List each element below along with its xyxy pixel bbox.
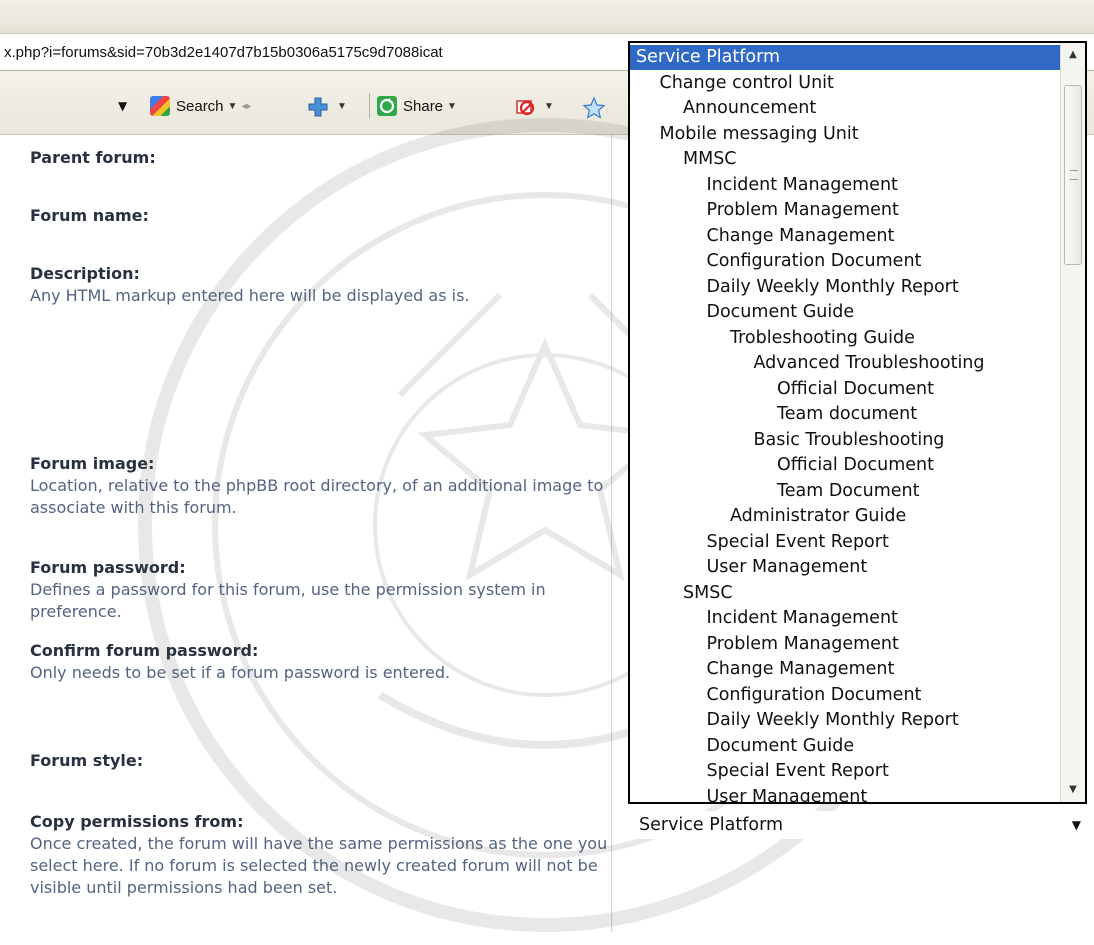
field-label: Confirm forum password: [30, 641, 259, 660]
listbox-option[interactable]: Team Document [630, 479, 1060, 504]
toolbar-dropdown-arrow-icon[interactable]: ▼ [118, 99, 132, 113]
scrollbar-grip [1070, 170, 1078, 180]
chevron-down-icon: ▼ [227, 100, 238, 112]
search-engine-icon [150, 96, 170, 116]
listbox-option[interactable]: Daily Weekly Monthly Report [630, 708, 1060, 733]
chevron-down-icon: ▼ [1071, 818, 1081, 832]
forum-style-field: Forum style: [30, 750, 610, 772]
plus-icon [307, 96, 328, 117]
share-button[interactable]: Share ▼ [377, 93, 457, 119]
listbox-option[interactable]: Document Guide [630, 734, 1060, 759]
field-label: Forum password: [30, 558, 186, 577]
forum-image-field: Forum image: Location, relative to the p… [30, 453, 610, 519]
listbox-option[interactable]: User Management [630, 785, 1060, 803]
copy-permissions-field: Copy permissions from: Once created, the… [30, 811, 610, 899]
search-button[interactable]: Search ▼ ◂▸ [150, 93, 251, 119]
toolbar-separator [369, 93, 370, 119]
field-label: Forum image: [30, 454, 155, 473]
listbox-option[interactable]: Team document [630, 402, 1060, 427]
listbox-option[interactable]: Advanced Troubleshooting [630, 351, 1060, 376]
listbox-option[interactable]: Incident Management [630, 606, 1060, 631]
listbox-option[interactable]: Problem Management [630, 198, 1060, 223]
popup-blocker-button[interactable]: ▼ [514, 93, 554, 119]
share-label: Share [403, 97, 444, 115]
scroll-up-icon[interactable]: ▲ [1061, 43, 1085, 67]
scroll-down-icon[interactable]: ▼ [1061, 778, 1085, 802]
listbox-option[interactable]: Configuration Document [630, 249, 1060, 274]
listbox-option[interactable]: Official Document [630, 453, 1060, 478]
listbox-option[interactable]: User Management [630, 555, 1060, 580]
description-field: Description: Any HTML markup entered her… [30, 263, 610, 307]
field-label: Description: [30, 264, 140, 283]
parent-forum-listbox[interactable]: Service Platform Change control Unit Annou… [628, 41, 1087, 804]
listbox-option[interactable]: Change Management [630, 657, 1060, 682]
listbox-option[interactable]: Change control Unit [630, 71, 1060, 96]
copy-permissions-select[interactable]: Service Platform ▼ [631, 811, 1087, 839]
favorite-star-icon [582, 96, 606, 119]
blocked-icon [514, 96, 535, 116]
listbox-option[interactable]: Configuration Document [630, 683, 1060, 708]
listbox-option[interactable]: Administrator Guide [630, 504, 1060, 529]
browser-title-strip [0, 0, 1094, 34]
listbox-option[interactable]: Daily Weekly Monthly Report [630, 275, 1060, 300]
field-help: Location, relative to the phpBB root dir… [30, 476, 604, 517]
favorites-button[interactable] [582, 93, 608, 119]
field-help: Once created, the forum will have the sa… [30, 834, 608, 897]
listbox-option[interactable]: Change Management [630, 224, 1060, 249]
field-help: Any HTML markup entered here will be dis… [30, 286, 470, 305]
listbox-option[interactable]: Special Event Report [630, 530, 1060, 555]
field-help: Defines a password for this forum, use t… [30, 580, 546, 621]
chevron-down-icon: ▼ [337, 100, 347, 112]
address-text[interactable]: x.php?i=forums&sid=70b3d2e1407d7b15b0306… [4, 44, 630, 61]
listbox-option[interactable]: Document Guide [630, 300, 1060, 325]
listbox-option[interactable]: Basic Troubleshooting [630, 428, 1060, 453]
forum-password-field: Forum password: Defines a password for t… [30, 557, 610, 623]
listbox-option[interactable]: Mobile messaging Unit [630, 122, 1060, 147]
listbox-option[interactable]: SMSC [630, 581, 1060, 606]
listbox-scrollbar[interactable]: ▲ ▼ [1060, 43, 1085, 802]
chevron-down-icon: ▼ [544, 100, 554, 112]
field-label: Copy permissions from: [30, 812, 244, 831]
confirm-password-field: Confirm forum password: Only needs to be… [30, 640, 610, 684]
listbox-option[interactable]: Trobleshooting Guide [630, 326, 1060, 351]
listbox-option[interactable]: Special Event Report [630, 759, 1060, 784]
arrows-icon: ◂▸ [241, 100, 252, 112]
listbox-option[interactable]: Official Document [630, 377, 1060, 402]
select-value: Service Platform [639, 815, 784, 835]
field-help: Only needs to be set if a forum password… [30, 663, 451, 682]
share-icon [377, 96, 397, 116]
search-label: Search [176, 97, 224, 115]
listbox-option[interactable]: Service Platform [630, 45, 1060, 70]
scrollbar-thumb[interactable] [1064, 85, 1082, 265]
listbox-option[interactable]: Announcement [630, 96, 1060, 121]
add-button[interactable]: ▼ [307, 93, 347, 119]
listbox-option[interactable]: MMSC [630, 147, 1060, 172]
parent-forum-field: Parent forum: [30, 147, 610, 169]
field-label: Parent forum: [30, 148, 156, 167]
forum-name-field: Forum name: [30, 205, 610, 227]
field-label: Forum name: [30, 206, 149, 225]
form-labels-column: Parent forum: Forum name: Description: A… [0, 135, 612, 932]
field-label: Forum style: [30, 751, 144, 770]
listbox-option[interactable]: Incident Management [630, 173, 1060, 198]
listbox-option[interactable]: Problem Management [630, 632, 1060, 657]
chevron-down-icon: ▼ [447, 100, 457, 112]
